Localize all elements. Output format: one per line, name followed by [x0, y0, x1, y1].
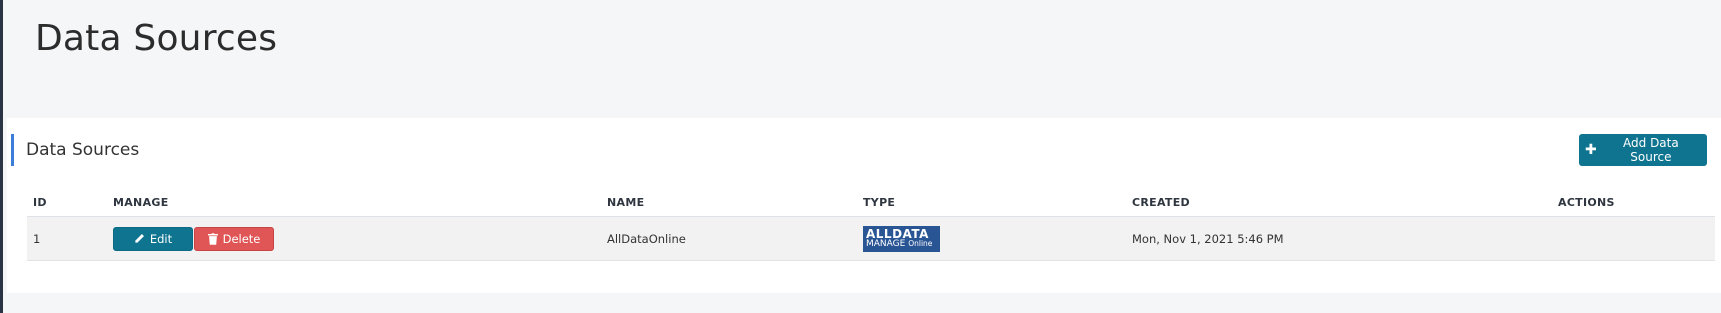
add-data-source-button[interactable]: ✚ Add Data Source	[1579, 134, 1707, 166]
plus-icon: ✚	[1585, 142, 1597, 158]
alldata-manage-online-logo: ALLDATA MANAGE Online	[863, 225, 940, 252]
column-header-id: ID	[33, 196, 47, 209]
column-header-type: TYPE	[863, 196, 896, 209]
row-id: 1	[33, 231, 41, 246]
row-created: Mon, Nov 1, 2021 5:46 PM	[1132, 231, 1284, 246]
table-header: ID MANAGE NAME TYPE CREATED ACTIONS	[27, 186, 1715, 217]
pencil-icon	[135, 234, 144, 243]
delete-button[interactable]: Delete	[194, 226, 274, 251]
row-name: AllDataOnline	[607, 231, 686, 246]
delete-label: Delete	[222, 231, 261, 246]
add-data-source-label: Add Data Source	[1623, 136, 1679, 164]
data-sources-table: ID MANAGE NAME TYPE CREATED ACTIONS 1 Ed…	[27, 186, 1715, 261]
data-sources-panel: Data Sources ✚ Add Data Source ID MANAGE…	[7, 118, 1721, 293]
column-header-manage: MANAGE	[113, 196, 169, 209]
column-header-created: CREATED	[1132, 196, 1190, 209]
logo-bottom-main: MANAGE	[866, 239, 906, 249]
column-header-name: NAME	[607, 196, 645, 209]
edit-label: Edit	[149, 231, 173, 246]
row-manage-cell: Edit Delete	[113, 217, 274, 260]
row-type: ALLDATA MANAGE Online	[863, 217, 940, 260]
logo-bottom-small: Online	[908, 239, 933, 248]
sidebar-edge	[0, 0, 3, 313]
logo-bottom-text: MANAGE Online	[866, 240, 940, 249]
panel-title: Data Sources	[11, 134, 139, 166]
page-title: Data Sources	[35, 18, 278, 59]
trash-icon	[207, 232, 218, 245]
table-row: 1 Edit Delete AllDataOnline ALLDATA MANA…	[27, 217, 1715, 261]
edit-button[interactable]: Edit	[113, 226, 193, 251]
column-header-actions: ACTIONS	[1558, 196, 1615, 209]
